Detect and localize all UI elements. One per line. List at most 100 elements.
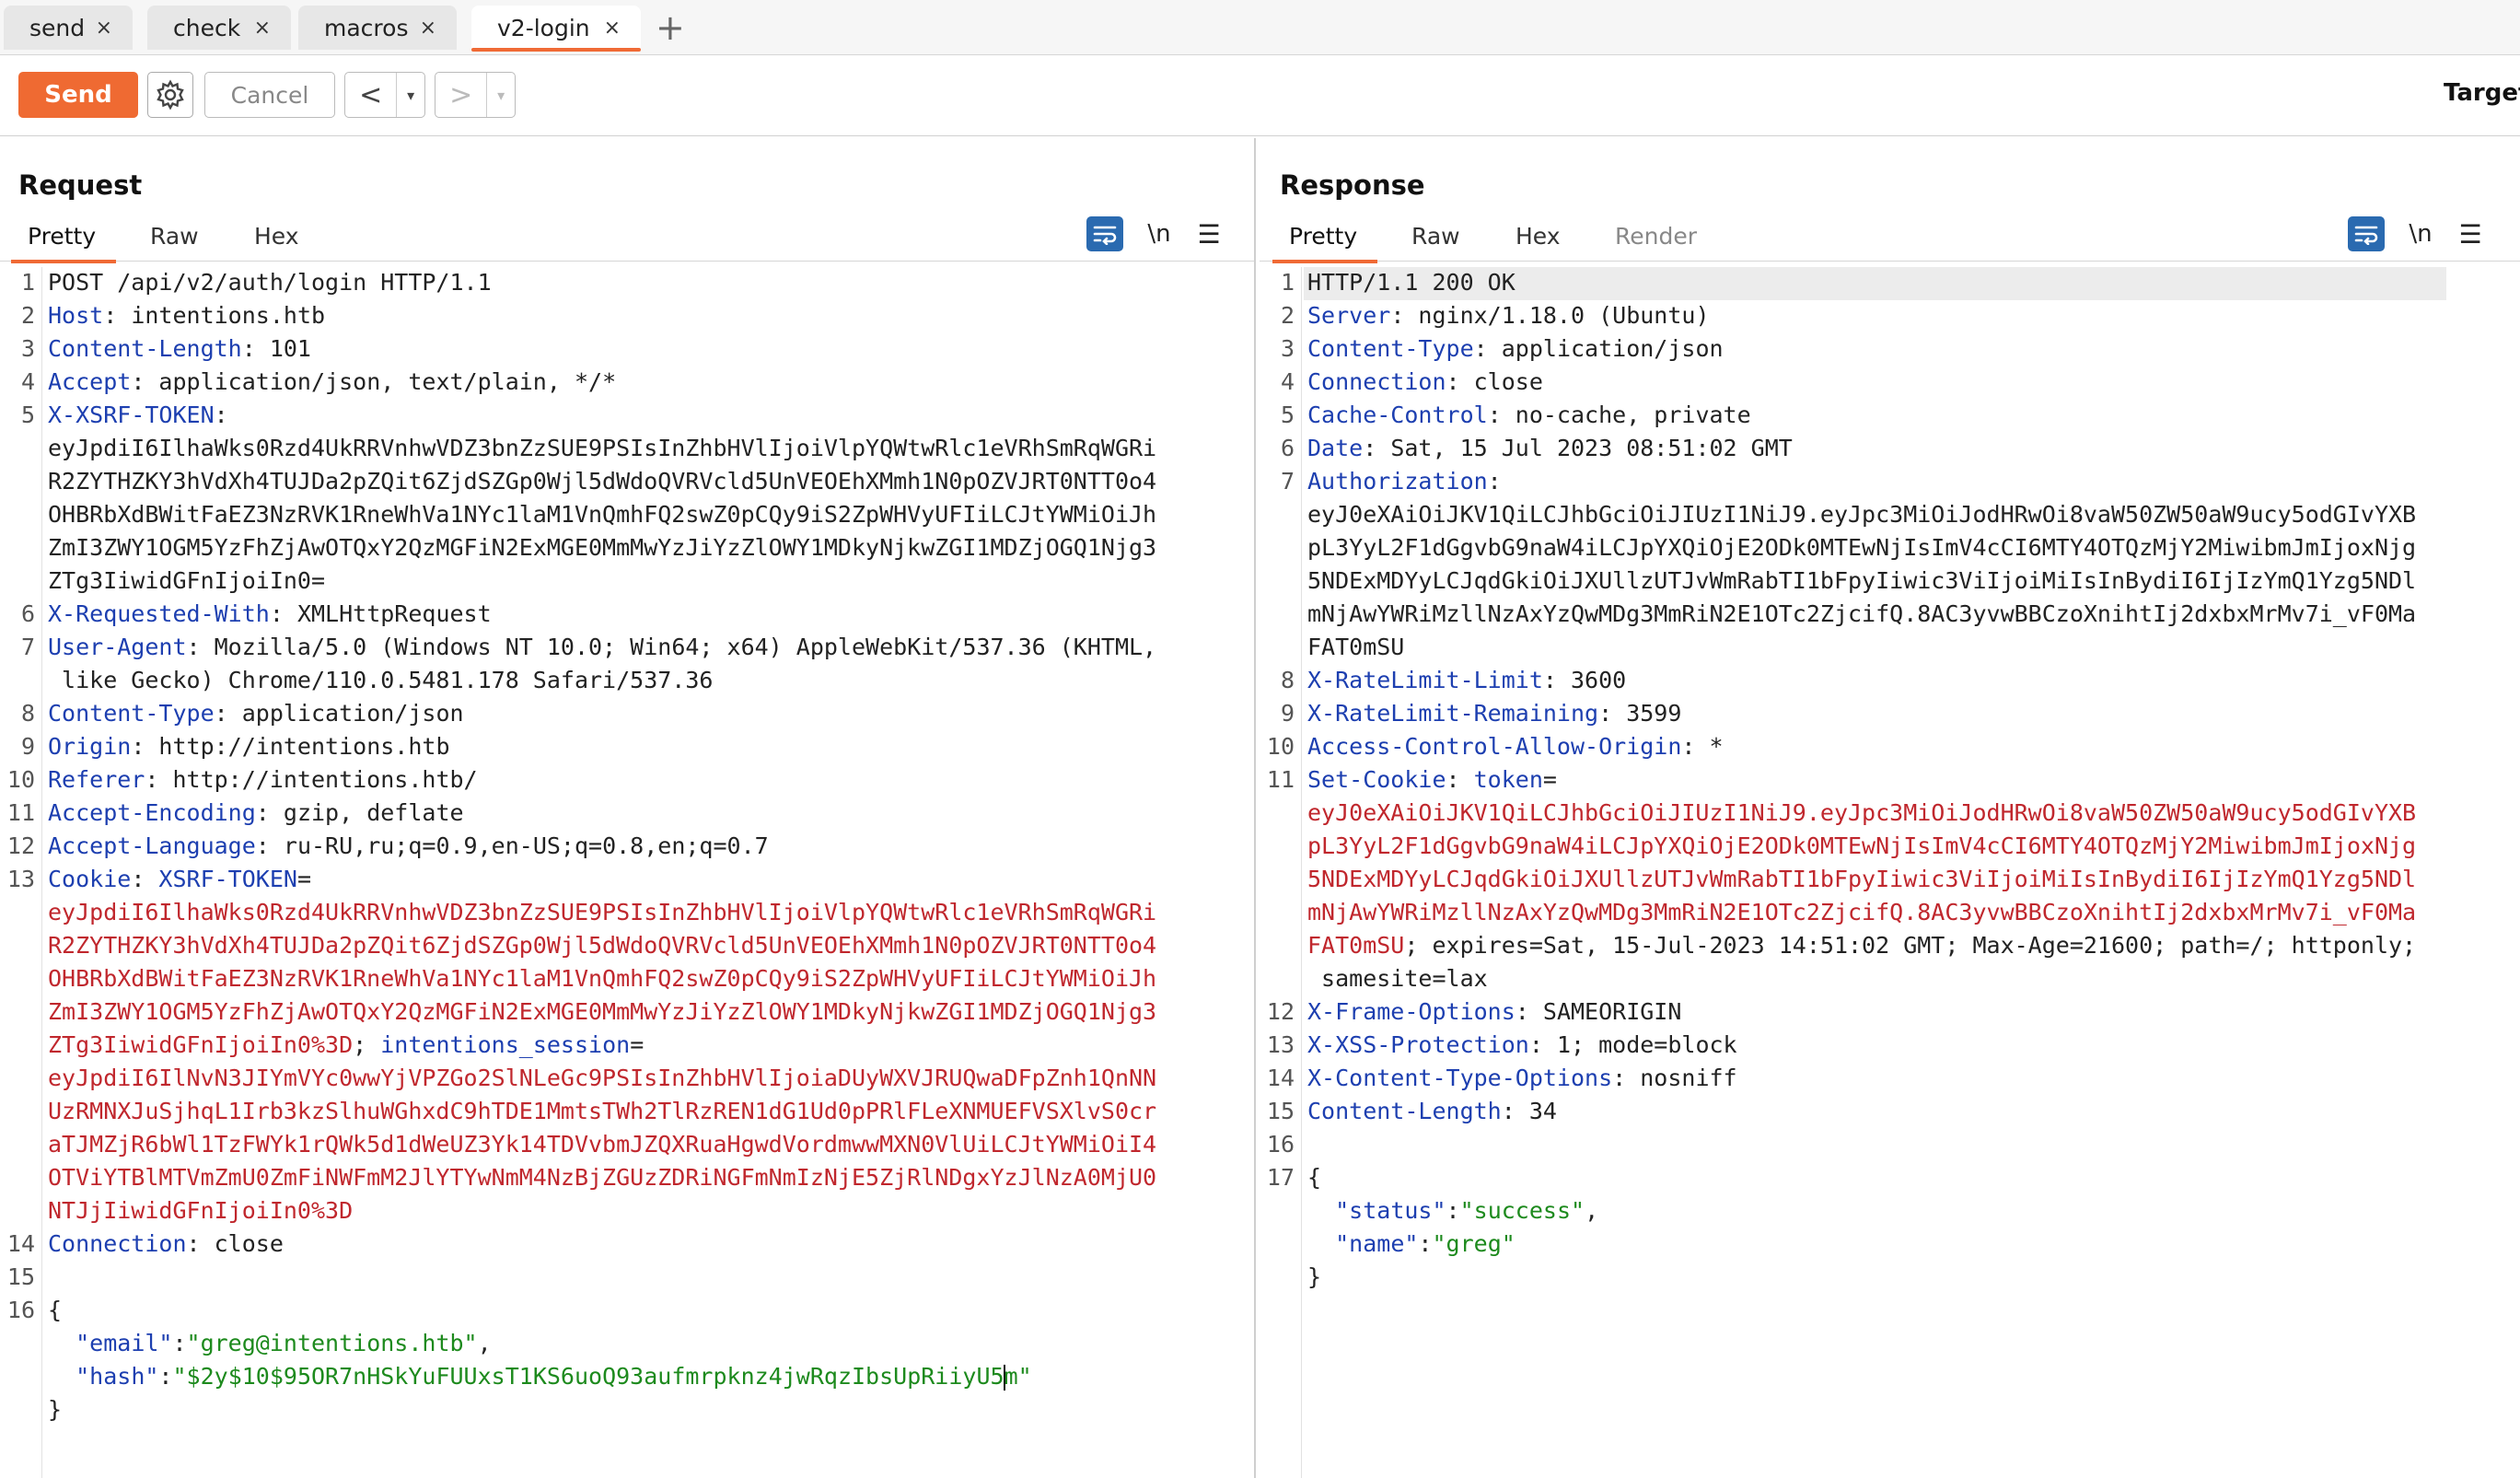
code-line: mNjAwYWRiMzllNzAxYzQwMDg3MmRiN2E1OTc2Zjc… xyxy=(1307,600,2417,627)
history-back-button[interactable]: < ▾ xyxy=(344,72,425,118)
code-line: like Gecko) Chrome/110.0.5481.178 Safari… xyxy=(48,667,714,693)
code-line: 11 Accept-Encoding: gzip, deflate xyxy=(6,799,464,826)
gear-icon xyxy=(157,79,184,111)
code-line: FAT0mSU xyxy=(1307,634,1405,660)
tab-raw[interactable]: Raw xyxy=(1411,223,1460,250)
code-line: 9 X-RateLimit-Remaining: 3599 xyxy=(1280,700,1682,727)
tab-render[interactable]: Render xyxy=(1615,223,1697,250)
tab-v2-login[interactable]: v2-login × xyxy=(471,6,641,52)
code-line: UzRMNXJuSjhqL1Irb3kzSlhuWGhxdC9hTDE1Mmts… xyxy=(48,1098,1157,1124)
tab-label: v2-login xyxy=(497,14,590,41)
word-wrap-button[interactable] xyxy=(2348,216,2385,251)
code-line: 13 Cookie: XSRF-TOKEN= xyxy=(6,866,311,892)
code-line: 16 xyxy=(1266,1131,1295,1158)
code-line: 6 X-Requested-With: XMLHttpRequest xyxy=(20,600,492,627)
response-view-tabs: Pretty Raw Hex Render xyxy=(1260,215,2520,263)
tab-send[interactable]: send × xyxy=(4,6,133,50)
code-line: 15 Content-Length: 34 xyxy=(1266,1098,1557,1124)
word-wrap-button[interactable] xyxy=(1086,216,1123,251)
code-line: ZmI3ZWY1OGM5YzFhZjAwOTQxY2QzMGFiN2ExMGE0… xyxy=(48,534,1157,561)
tab-hex[interactable]: Hex xyxy=(254,223,299,250)
code-line: pL3YyL2F1dGgvbG9naW4iLCJpYXQiOjE2ODk0MTE… xyxy=(1307,832,2417,859)
settings-button[interactable] xyxy=(147,72,193,118)
code-line: 3 Content-Type: application/json xyxy=(1280,335,1724,362)
code-line: 6 Date: Sat, 15 Jul 2023 08:51:02 GMT xyxy=(1280,435,1793,461)
code-line: 1 POST /api/v2/auth/login HTTP/1.1 xyxy=(20,269,492,296)
code-line: eyJ0eXAiOiJKV1QiLCJhbGciOiJIUzI1NiJ9.eyJ… xyxy=(1307,799,2417,826)
chevron-down-icon[interactable]: ▾ xyxy=(396,73,424,117)
code-line: OTViYTBlMTVmZmU0ZmFiNWFmM2JlYTYwNmM4NzBj… xyxy=(48,1164,1157,1191)
code-line: "email":"greg@intentions.htb", xyxy=(75,1330,492,1356)
code-line: aTJMZjR6bWl1TzFWYk1rQWk5d1dWeUZ3Yk14TDVv… xyxy=(48,1131,1157,1158)
response-editor-tools: \n ☰ xyxy=(2348,215,2484,252)
request-editor[interactable]: 1 POST /api/v2/auth/login HTTP/1.1 2 Host:… xyxy=(0,267,1254,1478)
code-line: 16{ xyxy=(6,1297,63,1323)
code-line: ZTg3IiwidGFnIjoiIn0%3D; intentions_sessi… xyxy=(48,1031,645,1058)
tab-hex[interactable]: Hex xyxy=(1515,223,1561,250)
close-icon[interactable]: × xyxy=(604,17,621,40)
response-editor[interactable]: 1 HTTP/1.1 200 OK 2 Server: nginx/1.18.0 (… xyxy=(1260,267,2520,1478)
request-editor-tools: \n ☰ xyxy=(1086,215,1223,252)
code-line: 13 X-XSS-Protection: 1; mode=block xyxy=(1266,1031,1737,1058)
code-line: 4 Accept: application/json, text/plain, *… xyxy=(20,368,617,395)
code-line: 10 Referer: http://intentions.htb/ xyxy=(6,766,478,793)
tab-macros[interactable]: macros × xyxy=(298,6,457,50)
add-tab-button[interactable]: + xyxy=(656,6,685,50)
code-line: 9 Origin: http://intentions.htb xyxy=(20,733,450,760)
code-line: "hash":"$2y$10$95OR7nHSkYuFUUxsT1KS6uoQ9… xyxy=(75,1363,1032,1391)
code-line: R2ZYTHZKY3hVdXh4TUJDa2pZQit6ZjdSZGp0Wjl5… xyxy=(48,468,1157,495)
code-line: 17{ xyxy=(1266,1164,1322,1191)
code-line: R2ZYTHZKY3hVdXh4TUJDa2pZQit6ZjdSZGp0Wjl5… xyxy=(48,932,1157,959)
close-icon[interactable]: × xyxy=(96,17,112,40)
code-line: 2 Host: intentions.htb xyxy=(20,302,326,329)
tab-pretty[interactable]: Pretty xyxy=(1272,223,1378,263)
send-button[interactable]: Send xyxy=(18,72,138,118)
code-line: 5NDExMDYyLCJqdGkiOiJXUllzUTJvWmRabTI1bFp… xyxy=(1307,866,2417,892)
code-line: ZmI3ZWY1OGM5YzFhZjAwOTQxY2QzMGFiN2ExMGE0… xyxy=(48,998,1157,1025)
close-icon[interactable]: × xyxy=(254,17,271,40)
tab-label: send xyxy=(29,14,86,41)
code-line: NTJjIiwidGFnIjoiIn0%3D xyxy=(48,1197,354,1224)
response-pane: Response Pretty Raw Hex Render \n ☰ 1 HTT… xyxy=(1260,138,2520,1478)
tab-raw[interactable]: Raw xyxy=(150,223,199,250)
code-line: eyJpdiI6IlhaWks0Rzd4UkRRVnhwVDZ3bnZzSUE9… xyxy=(48,899,1157,925)
code-line: eyJpdiI6IlhaWks0Rzd4UkRRVnhwVDZ3bnZzSUE9… xyxy=(48,435,1157,461)
code-line: 7 User-Agent: Mozilla/5.0 (Windows NT 10.… xyxy=(20,634,1157,660)
response-title: Response xyxy=(1280,169,1425,201)
hamburger-menu-icon[interactable]: ☰ xyxy=(1195,219,1223,250)
code-line: 4 Connection: close xyxy=(1280,368,1543,395)
code-line: 2 Server: nginx/1.18.0 (Ubuntu) xyxy=(1280,302,1710,329)
cancel-button[interactable]: Cancel xyxy=(204,72,335,118)
code-line: 14 X-Content-Type-Options: nosniff xyxy=(1266,1065,1737,1091)
code-line: eyJpdiI6IlNvN3JIYmVYc0wwYjVPZGo2SlNLeGc9… xyxy=(48,1065,1157,1091)
hamburger-menu-icon[interactable]: ☰ xyxy=(2456,219,2484,250)
code-line: ZTg3IiwidGFnIjoiIn0= xyxy=(48,567,326,594)
code-line: 3 Content-Length: 101 xyxy=(20,335,311,362)
request-pane: Request Pretty Raw Hex \n ☰ 1 POST /api/v… xyxy=(0,138,1256,1478)
toolbar: Send Cancel < ▾ > ▾ Target xyxy=(0,55,2520,136)
newline-toggle-button[interactable]: \n xyxy=(2405,220,2436,248)
code-line: "name":"greg" xyxy=(1335,1230,1515,1257)
request-title: Request xyxy=(18,169,143,201)
code-line: 7 Authorization: xyxy=(1280,468,1502,495)
close-icon[interactable]: × xyxy=(420,17,436,40)
target-label: Target xyxy=(2444,79,2520,107)
code-line: 5 X-XSRF-TOKEN: xyxy=(20,402,228,428)
code-line: 11 Set-Cookie: token= xyxy=(1266,766,1557,793)
history-forward-button[interactable]: > ▾ xyxy=(435,72,516,118)
newline-toggle-button[interactable]: \n xyxy=(1144,220,1175,248)
tab-label: check xyxy=(173,14,241,41)
code-line: 12 X-Frame-Options: SAMEORIGIN xyxy=(1266,998,1682,1025)
code-line: FAT0mSU; expires=Sat, 15-Jul-2023 14:51:… xyxy=(1307,932,2417,959)
code-line: mNjAwYWRiMzllNzAxYzQwMDg3MmRiN2E1OTc2Zjc… xyxy=(1307,899,2417,925)
chevron-right-icon: > xyxy=(449,78,473,111)
tab-pretty[interactable]: Pretty xyxy=(10,223,117,263)
request-view-tabs: Pretty Raw Hex xyxy=(0,215,1254,263)
word-wrap-icon xyxy=(1093,226,1117,245)
code-line: 8 X-RateLimit-Limit: 3600 xyxy=(1280,667,1627,693)
code-line: pL3YyL2F1dGgvbG9naW4iLCJpYXQiOjE2ODk0MTE… xyxy=(1307,534,2417,561)
tab-check[interactable]: check × xyxy=(147,6,291,50)
chevron-down-icon[interactable]: ▾ xyxy=(486,73,515,117)
tab-label: macros xyxy=(324,14,409,41)
code-line: OHBRbXdBWitFaEZ3NzRVK1RneWhVa1NYc1laM1Vn… xyxy=(48,501,1157,528)
